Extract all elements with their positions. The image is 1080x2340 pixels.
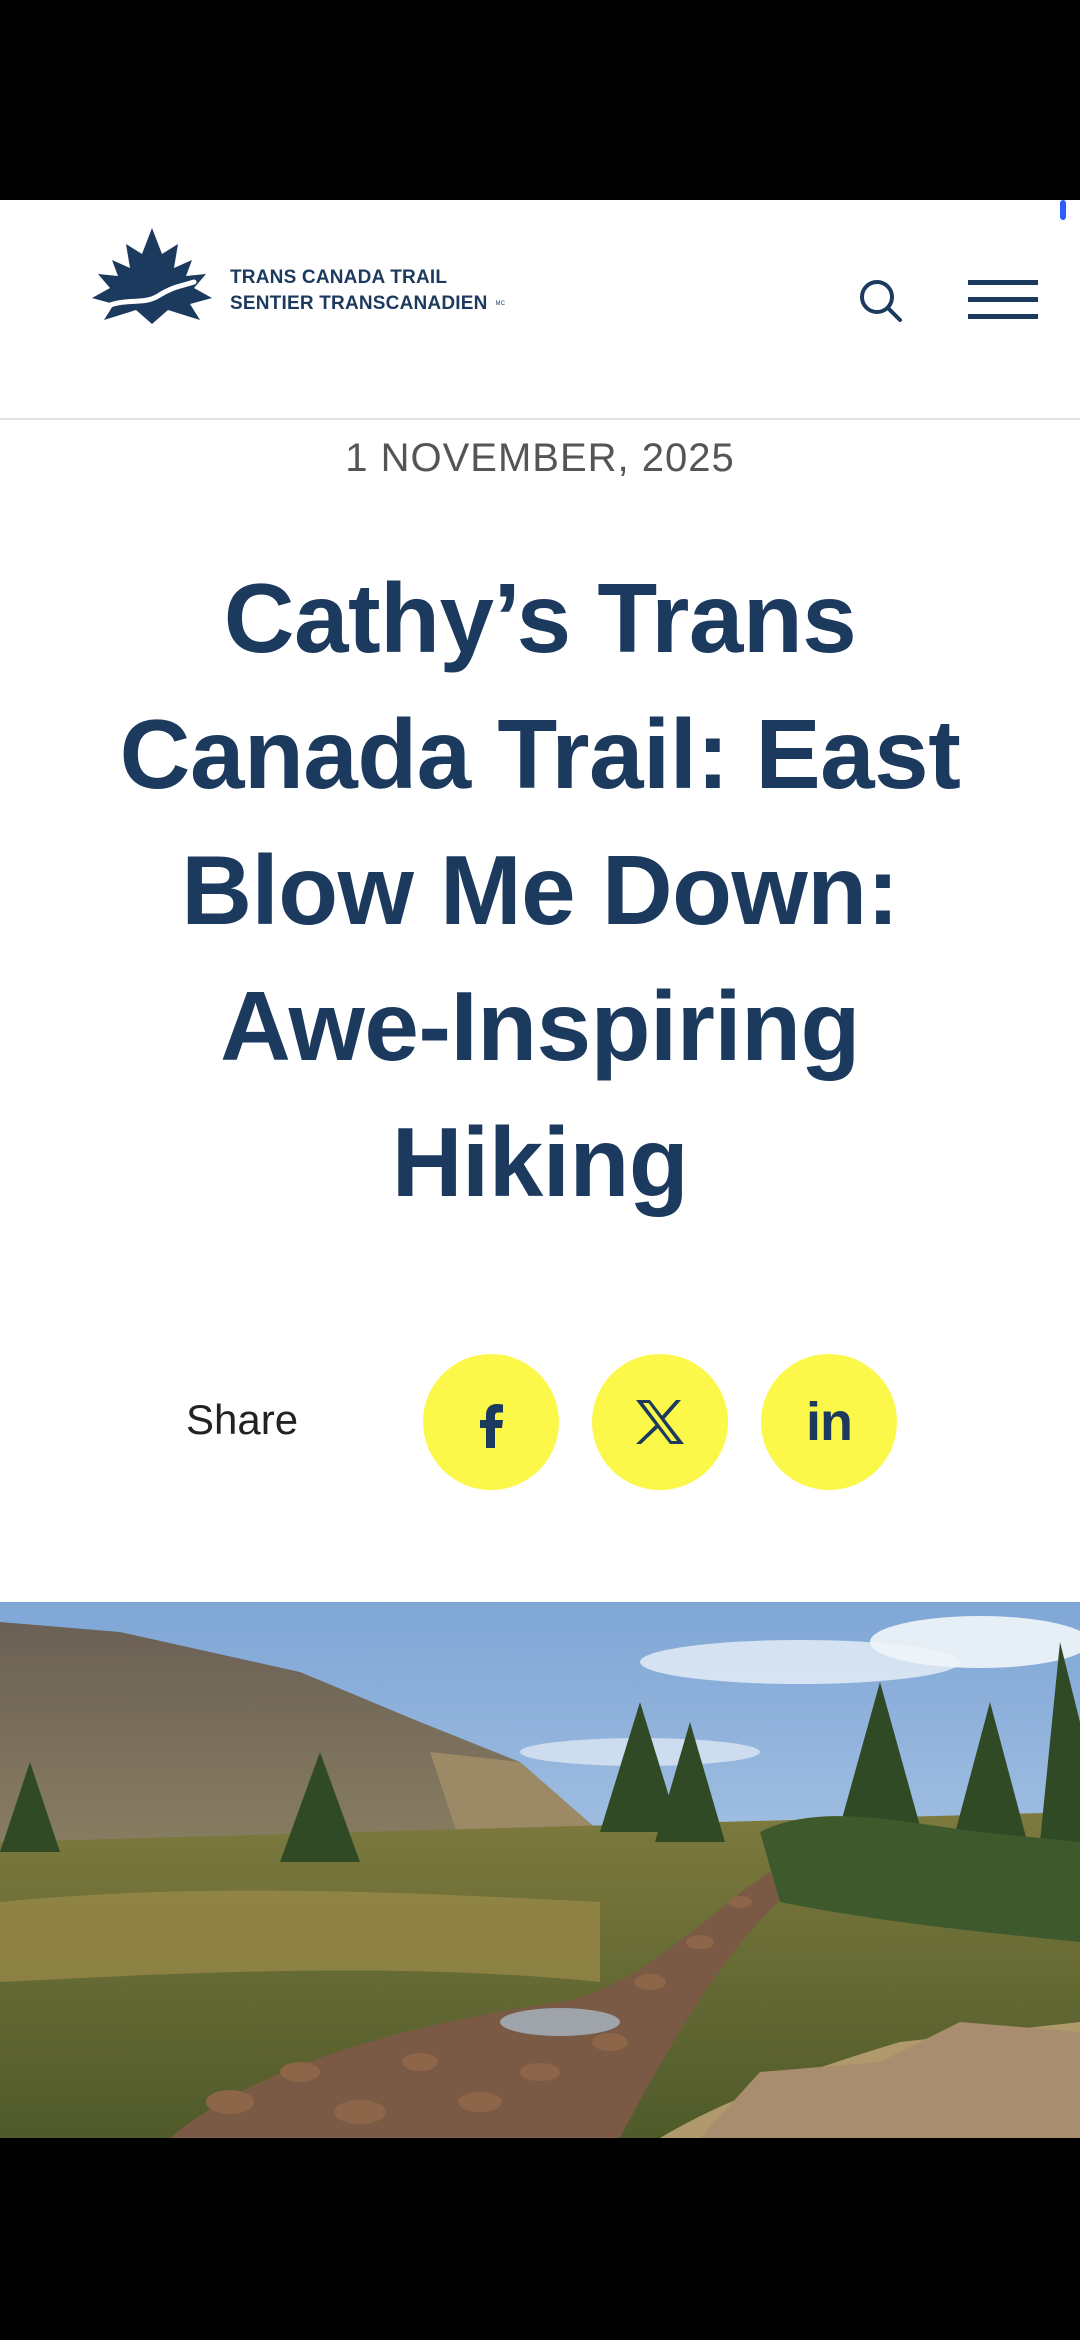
maple-leaf-logo-icon xyxy=(92,228,212,324)
status-bar xyxy=(0,0,1080,200)
share-label: Share xyxy=(186,1396,299,1443)
search-icon xyxy=(860,280,902,322)
logo-line-english: TRANS CANADA TRAIL xyxy=(230,266,448,288)
web-page: TRANS CANADA TRAIL SENTIER TRANSCANADIEN… xyxy=(0,200,1080,2138)
bottom-system-bar xyxy=(0,2138,1080,2340)
site-header: TRANS CANADA TRAIL SENTIER TRANSCANADIEN… xyxy=(0,200,1080,420)
article-date: 1 NOVEMBER, 2025 xyxy=(345,436,735,480)
logo-line-french-text: SENTIER TRANSCANADIEN xyxy=(230,293,488,314)
share-linkedin-button[interactable]: in xyxy=(761,1354,897,1490)
logo-line-french: SENTIER TRANSCANADIEN MC xyxy=(230,291,505,317)
logo-wordmark: TRANS CANADA TRAIL SENTIER TRANSCANADIEN… xyxy=(230,265,505,317)
x-icon xyxy=(636,1400,684,1444)
logo-trademark: MC xyxy=(495,300,506,307)
hamburger-menu-icon xyxy=(968,280,1038,319)
hero-landscape-photo xyxy=(0,1602,1080,2138)
facebook-icon xyxy=(480,1404,503,1448)
site-logo[interactable]: TRANS CANADA TRAIL SENTIER TRANSCANADIEN… xyxy=(82,224,505,344)
linkedin-icon: in xyxy=(806,1392,853,1452)
article-hero-image xyxy=(0,1602,1080,2138)
article-title: Cathy’s Trans Canada Trail: East Blow Me… xyxy=(119,563,961,1217)
search-button[interactable] xyxy=(850,270,910,330)
menu-button[interactable] xyxy=(966,272,1040,328)
share-x-button[interactable] xyxy=(592,1354,728,1490)
share-facebook-button[interactable] xyxy=(423,1354,559,1490)
